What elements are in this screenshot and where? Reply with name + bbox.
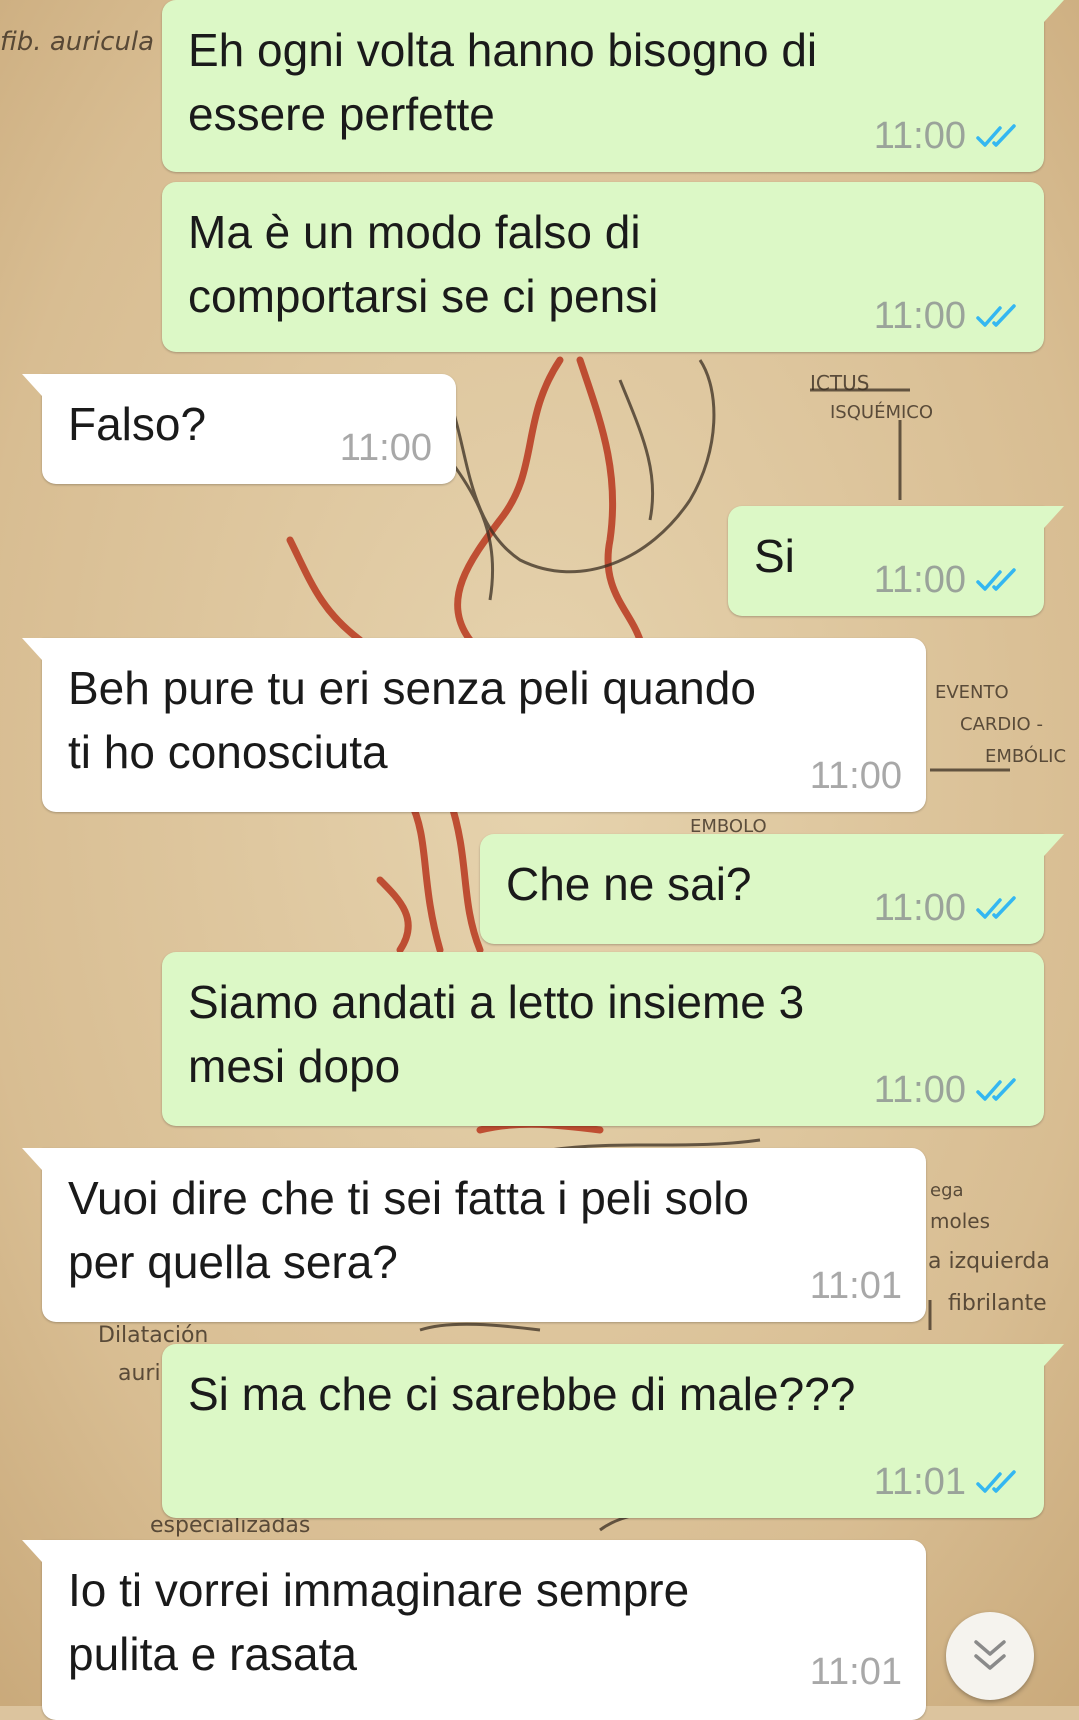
message-bubble[interactable]: Io ti vorrei immaginare sempre pulita e … (22, 1540, 926, 1720)
message-bubble[interactable]: Siamo andati a letto insieme 3 mesi dopo… (162, 952, 1044, 1126)
read-ticks-icon (976, 123, 1016, 147)
message-meta: 11:00 (874, 295, 1020, 338)
message-bubble[interactable]: Eh ogni volta hanno bisogno di essere pe… (162, 0, 1064, 172)
message-bubble[interactable]: Falso? 11:00 (22, 374, 456, 484)
message-time: 11:00 (873, 295, 966, 337)
message-time: 11:00 (809, 755, 902, 797)
read-ticks-icon (976, 1077, 1016, 1101)
message-time: 11:01 (873, 1461, 966, 1503)
read-ticks-icon (976, 1469, 1016, 1493)
message-bubble[interactable]: Si 11:00 (728, 506, 1064, 616)
double-chevron-down-icon (974, 1640, 1006, 1670)
message-time: 11:00 (873, 559, 966, 601)
message-bubble[interactable]: Che ne sai? 11:00 (480, 834, 1064, 944)
conversation: Eh ogni volta hanno bisogno di essere pe… (0, 0, 1079, 1720)
message-meta: 11:01 (874, 1461, 1020, 1504)
message-meta: 11:01 (810, 1651, 902, 1694)
message-meta: 11:00 (874, 115, 1020, 158)
message-time: 11:00 (873, 887, 966, 929)
read-ticks-icon (976, 895, 1016, 919)
message-meta: 11:01 (810, 1265, 902, 1308)
message-time: 11:00 (873, 1069, 966, 1111)
message-meta: 11:00 (874, 1069, 1020, 1112)
message-bubble[interactable]: Vuoi dire che ti sei fatta i peli solo p… (22, 1148, 926, 1322)
message-meta: 11:00 (874, 559, 1020, 602)
message-time: 11:01 (809, 1265, 902, 1307)
scroll-to-bottom-button[interactable] (946, 1612, 1034, 1700)
message-bubble[interactable]: Ma è un modo falso di comportarsi se ci … (162, 182, 1044, 352)
read-ticks-icon (976, 303, 1016, 327)
message-text: Vuoi dire che ti sei fatta i peli solo p… (68, 1172, 749, 1288)
message-text: Io ti vorrei immaginare sempre pulita e … (68, 1564, 690, 1680)
message-time: 11:01 (809, 1651, 902, 1693)
message-text: Beh pure tu eri senza peli quando ti ho … (68, 662, 756, 778)
message-bubble[interactable]: Beh pure tu eri senza peli quando ti ho … (22, 638, 926, 812)
message-meta: 11:00 (340, 427, 432, 470)
message-text: Si ma che ci sarebbe di male??? (188, 1368, 856, 1420)
message-meta: 11:00 (810, 755, 902, 798)
message-bubble[interactable]: Si ma che ci sarebbe di male??? 11:01 (162, 1344, 1064, 1518)
message-time: 11:00 (339, 427, 432, 469)
message-time: 11:00 (873, 115, 966, 157)
message-meta: 11:00 (874, 887, 1020, 930)
read-ticks-icon (976, 567, 1016, 591)
